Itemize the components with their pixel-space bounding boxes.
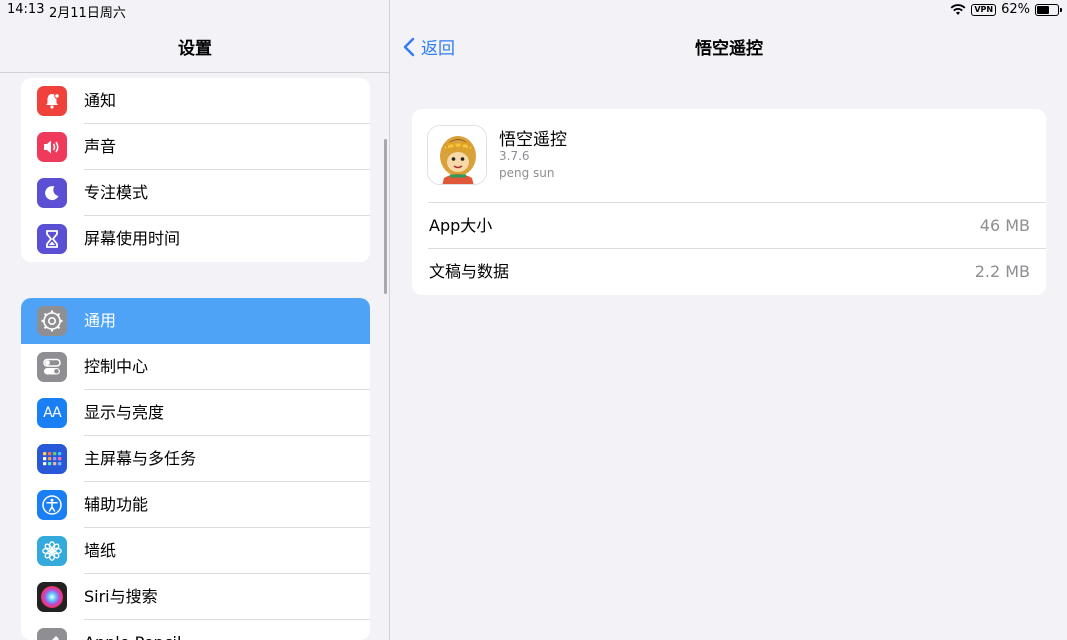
sidebar-scrollbar[interactable] — [384, 139, 387, 294]
monkey-king-app-icon — [427, 125, 487, 185]
battery-fill — [1037, 5, 1050, 14]
detail-pane: 返回 悟空遥控 悟空遥控 3.7.6 peng sun App大小 46 MB … — [391, 0, 1067, 640]
sidebar-item[interactable]: 专注模式 — [21, 170, 370, 216]
sidebar-item[interactable]: 屏幕使用时间 — [21, 216, 370, 262]
sidebar-item-label: 专注模式 — [84, 183, 149, 202]
sidebar-item[interactable]: 辅助功能 — [21, 482, 370, 528]
sidebar-item[interactable]: 墙纸 — [21, 528, 370, 574]
sidebar-item[interactable]: Apple Pencil — [21, 620, 370, 640]
sidebar-title: 设置 — [0, 20, 389, 73]
status-bar: 14:13 2月11日周六 VPN 62% — [0, 0, 1067, 21]
sidebar-item[interactable]: 控制中心 — [21, 344, 370, 390]
sidebar-item-label: 主屏幕与多任务 — [84, 449, 197, 468]
accessibility-icon — [37, 490, 67, 520]
text-size-icon: AA — [37, 398, 67, 428]
app-info-row: 悟空遥控 3.7.6 peng sun — [412, 109, 1046, 203]
battery-percent: 62% — [1001, 2, 1030, 17]
sidebar-item-label: 控制中心 — [84, 357, 149, 376]
documents-data-label: 文稿与数据 — [429, 262, 510, 281]
sidebar-item-label: Siri与搜索 — [84, 587, 158, 606]
siri-icon — [37, 582, 67, 612]
sidebar-item[interactable]: Siri与搜索 — [21, 574, 370, 620]
app-storage-card: 悟空遥控 3.7.6 peng sun App大小 46 MB 文稿与数据 2.… — [412, 109, 1046, 295]
sidebar-item[interactable]: 主屏幕与多任务 — [21, 436, 370, 482]
status-time: 14:13 — [7, 2, 45, 17]
sidebar-item[interactable]: 声音 — [21, 124, 370, 170]
sidebar-item-label: Apple Pencil — [84, 620, 181, 640]
app-developer: peng sun — [499, 166, 555, 180]
status-date: 2月11日周六 — [49, 6, 126, 21]
battery-icon — [1035, 3, 1062, 16]
sidebar-item-label: 通用 — [84, 311, 117, 330]
gear-icon — [37, 306, 67, 336]
app-grid-icon — [37, 444, 67, 474]
bell-icon — [37, 86, 67, 116]
toggles-icon — [37, 352, 67, 382]
status-indicators: VPN 62% — [950, 2, 1062, 17]
sidebar-item[interactable]: 通用 — [21, 298, 370, 344]
app-size-label: App大小 — [429, 216, 493, 235]
app-size-row: App大小 46 MB — [412, 203, 1046, 249]
vpn-badge: VPN — [971, 3, 997, 16]
sidebar-item-label: 屏幕使用时间 — [84, 229, 181, 248]
settings-sidebar: 设置 通知声音专注模式屏幕使用时间 通用控制中心 AA 显示与亮度主屏幕与多任务 辅助… — [0, 0, 390, 640]
flower-icon — [37, 536, 67, 566]
sidebar-item-label: 通知 — [84, 91, 117, 110]
app-version: 3.7.6 — [499, 149, 530, 163]
speaker-icon — [37, 132, 67, 162]
sidebar-item-label: 显示与亮度 — [84, 403, 165, 422]
sidebar-item[interactable]: 通知 — [21, 78, 370, 124]
wifi-icon — [950, 3, 966, 15]
moon-icon — [37, 178, 67, 208]
documents-data-value: 2.2 MB — [974, 262, 1030, 281]
detail-nav-bar: 返回 悟空遥控 — [391, 20, 1067, 73]
sidebar-item-label: 辅助功能 — [84, 495, 149, 514]
hourglass-icon — [37, 224, 67, 254]
app-name: 悟空遥控 — [499, 130, 567, 150]
page-title: 悟空遥控 — [695, 39, 763, 59]
sidebar-item[interactable]: AA 显示与亮度 — [21, 390, 370, 436]
sidebar-item-label: 声音 — [84, 137, 117, 156]
documents-data-row: 文稿与数据 2.2 MB — [412, 249, 1046, 295]
settings-group-1: 通知声音专注模式屏幕使用时间 — [21, 78, 370, 262]
app-size-value: 46 MB — [979, 216, 1030, 235]
pencil-icon — [37, 628, 67, 640]
sidebar-item-label: 墙纸 — [84, 541, 117, 560]
settings-group-2: 通用控制中心 AA 显示与亮度主屏幕与多任务辅助功能墙纸 Siri与搜索 Apple P… — [21, 298, 370, 640]
